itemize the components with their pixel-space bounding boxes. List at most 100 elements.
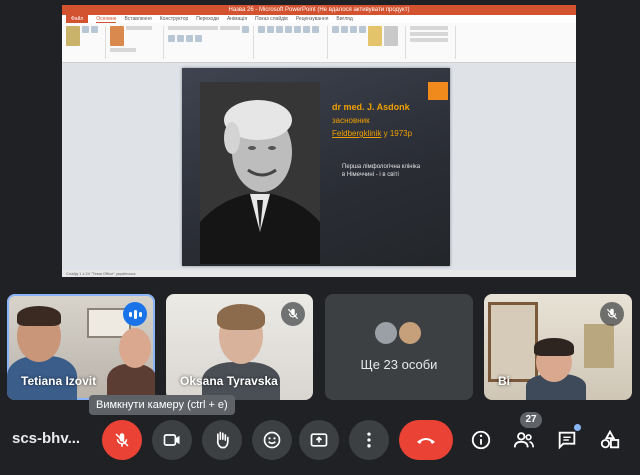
- find-button[interactable]: [410, 26, 448, 30]
- align-center-icon[interactable]: [294, 26, 301, 33]
- arrange-icon[interactable]: [368, 26, 382, 46]
- editing-group: [410, 26, 456, 59]
- speaking-indicator: [123, 302, 147, 326]
- camera-button[interactable]: [152, 420, 192, 460]
- slide-workspace: dr med. J. Asdonk засновник Feldbergklin…: [62, 63, 576, 270]
- meet-window: Назва 26 - Microsoft PowerPoint (Не вдал…: [0, 0, 640, 475]
- participant-name: Ві: [498, 374, 510, 388]
- slides-group: [110, 26, 164, 59]
- person-hair: [217, 304, 265, 330]
- justify-icon[interactable]: [312, 26, 319, 33]
- clipboard-group: [66, 26, 106, 59]
- others-count: Ще 23 особи: [360, 357, 438, 372]
- font-size-select[interactable]: [220, 26, 240, 30]
- shape-oval-icon[interactable]: [341, 26, 348, 33]
- room-object: [584, 324, 614, 368]
- camera-tooltip: Вимкнути камеру (ctrl + e): [89, 395, 235, 415]
- tab-animations[interactable]: Анімація: [227, 15, 247, 23]
- bullets-icon[interactable]: [258, 26, 265, 33]
- font-group: [168, 26, 254, 59]
- people-icon: [513, 432, 534, 448]
- font-select[interactable]: [168, 26, 218, 30]
- participant-tile[interactable]: Tetiana Izovit: [7, 294, 155, 400]
- chat-icon: [558, 431, 576, 450]
- slide: dr med. J. Asdonk засновник Feldbergklin…: [182, 68, 450, 266]
- layout-button[interactable]: [126, 26, 152, 30]
- participant-name: Tetiana Izovit: [21, 374, 97, 388]
- present-button[interactable]: [299, 420, 339, 460]
- bold-icon[interactable]: [242, 26, 249, 33]
- indent-icon[interactable]: [276, 26, 283, 33]
- font-color-icon[interactable]: [195, 35, 202, 42]
- mic-off-icon: [115, 433, 129, 447]
- tab-design[interactable]: Конструктор: [160, 15, 189, 23]
- strikethrough-icon[interactable]: [186, 35, 193, 42]
- paragraph-group: [258, 26, 328, 59]
- participant-tile[interactable]: Ві: [484, 294, 632, 400]
- tab-view[interactable]: Вигляд: [336, 15, 352, 23]
- avatar: [397, 320, 423, 346]
- present-icon: [310, 433, 328, 447]
- others-tile[interactable]: Ще 23 особи: [325, 294, 473, 400]
- activities-icon: [600, 429, 620, 449]
- copy-icon[interactable]: [91, 26, 98, 33]
- ribbon: [62, 23, 576, 63]
- slide-accent-bar: [428, 82, 448, 100]
- reset-button[interactable]: [110, 48, 136, 52]
- videocam-icon: [163, 434, 180, 446]
- clinic-year: у 1973р: [383, 129, 413, 138]
- unread-dot: [574, 424, 581, 431]
- portrait-photo: [200, 82, 320, 264]
- avatar: [373, 320, 399, 346]
- shape-arrow-icon[interactable]: [350, 26, 357, 33]
- leave-call-button[interactable]: [399, 420, 453, 460]
- people-button[interactable]: 27: [508, 412, 542, 456]
- powerpoint-title-bar: Назва 26 - Microsoft PowerPoint (Не вдал…: [62, 5, 576, 15]
- tab-insert[interactable]: Вставлення: [124, 15, 151, 23]
- portrait-image: [200, 82, 320, 264]
- mic-off-icon: [606, 308, 618, 320]
- people-count-badge: 27: [520, 412, 542, 428]
- tab-file[interactable]: Файл: [66, 15, 89, 23]
- clinic-link[interactable]: Feldbergklinik: [332, 129, 381, 138]
- shape-rect-icon[interactable]: [332, 26, 339, 33]
- ribbon-tabs: Файл Основне Вставлення Конструктор Пере…: [62, 15, 576, 23]
- slide-clinic: Feldbergklinik у 1973р: [332, 129, 412, 138]
- underline-icon[interactable]: [177, 35, 184, 42]
- emoji-button[interactable]: [252, 420, 292, 460]
- meeting-code: scs-bhv...: [12, 430, 81, 447]
- shape-line-icon[interactable]: [359, 26, 366, 33]
- tab-slideshow[interactable]: Показ слайдів: [255, 15, 288, 23]
- paste-icon[interactable]: [66, 26, 80, 46]
- mic-button[interactable]: [102, 420, 142, 460]
- more-vert-icon: [367, 432, 371, 448]
- person-hair: [534, 338, 574, 356]
- activities-button[interactable]: [594, 424, 626, 456]
- align-right-icon[interactable]: [303, 26, 310, 33]
- chat-button[interactable]: [551, 424, 583, 456]
- numbering-icon[interactable]: [267, 26, 274, 33]
- tab-review[interactable]: Рецензування: [296, 15, 329, 23]
- cut-icon[interactable]: [82, 26, 89, 33]
- drawing-group: [332, 26, 406, 59]
- raise-hand-icon: [216, 431, 229, 449]
- tab-home[interactable]: Основне: [96, 15, 117, 23]
- info-icon: [471, 430, 491, 450]
- call-end-icon: [417, 438, 435, 444]
- raise-hand-button[interactable]: [202, 420, 242, 460]
- powerpoint-status-bar: Слайд 1 з 24 "Тема Office" українська: [62, 270, 576, 277]
- select-button[interactable]: [410, 38, 448, 42]
- replace-button[interactable]: [410, 32, 448, 36]
- muted-indicator: [281, 302, 305, 326]
- shared-screen: Назва 26 - Microsoft PowerPoint (Не вдал…: [62, 5, 576, 277]
- meeting-details-button[interactable]: [465, 424, 497, 456]
- align-left-icon[interactable]: [285, 26, 292, 33]
- slide-body-text: Перша лімфологічна клініка в Німеччині -…: [342, 164, 421, 178]
- more-options-button[interactable]: [349, 420, 389, 460]
- quick-styles-icon[interactable]: [384, 26, 398, 46]
- person-hair: [17, 306, 61, 326]
- tab-transitions[interactable]: Переходи: [196, 15, 219, 23]
- participant-tile[interactable]: Oksana Tyravska: [166, 294, 313, 400]
- new-slide-icon[interactable]: [110, 26, 124, 46]
- italic-icon[interactable]: [168, 35, 175, 42]
